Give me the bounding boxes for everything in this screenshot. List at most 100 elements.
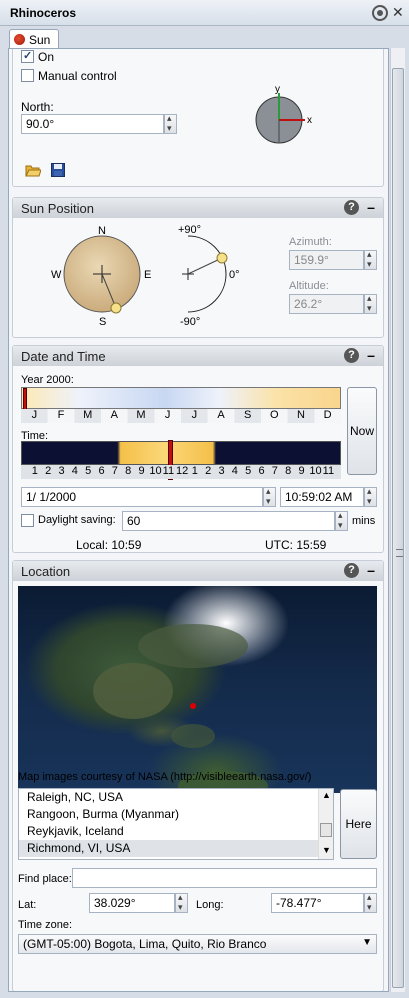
window-title: Rhinoceros: [10, 6, 77, 20]
time-slider[interactable]: [21, 440, 341, 480]
list-item[interactable]: Raleigh, NC, USA: [19, 789, 333, 806]
altitude-bottom-label: -90°: [180, 316, 200, 328]
list-scroll-thumb[interactable]: [320, 823, 332, 837]
tab-sun[interactable]: Sun: [9, 29, 59, 49]
hour-tick: 9: [298, 465, 305, 477]
location-collapse-icon[interactable]: –: [365, 563, 377, 577]
map-city-lights: [93, 624, 268, 793]
here-button[interactable]: Here: [340, 789, 377, 859]
local-time-label: Local: 10:59: [76, 538, 142, 552]
location-help-icon[interactable]: ?: [344, 563, 359, 578]
hour-tick: 2: [205, 465, 212, 477]
month-tick: O: [270, 409, 279, 421]
latitude-input[interactable]: 38.029°: [89, 893, 175, 913]
month-tick: J: [31, 409, 38, 421]
chevron-down-icon: ▼: [362, 937, 372, 948]
sun-position-collapse-icon[interactable]: –: [365, 200, 377, 214]
open-folder-icon[interactable]: [25, 163, 41, 177]
window-titlebar: Rhinoceros ✕: [0, 0, 409, 26]
longitude-label: Long:: [196, 899, 224, 911]
month-tick: N: [297, 409, 305, 421]
date-input[interactable]: 1/ 1/2000: [21, 487, 263, 507]
latitude-spinner[interactable]: [175, 892, 188, 913]
altitude-spinner[interactable]: [364, 293, 377, 314]
longitude-spinner[interactable]: [364, 892, 377, 913]
longitude-input[interactable]: -78.477°: [271, 893, 364, 913]
azimuth-label: Azimuth:: [289, 236, 332, 248]
sun-panel: On Manual control North: 90.0° y x Sun P…: [8, 48, 389, 992]
time-zone-select[interactable]: (GMT-05:00) Bogota, Lima, Quito, Rio Bra…: [18, 934, 377, 954]
month-scale: JFMAMJJASOND: [21, 409, 341, 423]
azimuth-dial[interactable]: N S E W: [47, 226, 157, 336]
north-input[interactable]: 90.0°: [21, 114, 164, 134]
hour-tick: 1: [191, 465, 198, 477]
find-place-label: Find place:: [18, 873, 72, 885]
altitude-dial[interactable]: +90° 0° -90°: [173, 224, 263, 334]
compass-x-label: x: [307, 115, 312, 126]
north-label: North:: [21, 100, 54, 114]
hour-tick: 2: [45, 465, 52, 477]
dial-south-label: S: [99, 316, 106, 328]
hour-scale: 1 2 3 4 5 6 7 8 9 10 11 12 1 2 3 4 5 6 7 8 9 10 11: [21, 465, 341, 479]
azimuth-spinner[interactable]: [364, 249, 377, 270]
month-tick: J: [191, 409, 198, 421]
hour-tick: 4: [71, 465, 78, 477]
north-spinner[interactable]: [164, 113, 177, 134]
date-time-section: Date and Time ? – Year 2000: J F M A M J J A S O N…: [12, 345, 384, 553]
month-tick: D: [323, 409, 332, 421]
daylight-minutes-spinner[interactable]: [335, 510, 348, 531]
on-label: On: [38, 50, 55, 64]
altitude-label: Altitude:: [289, 280, 329, 292]
month-tick: M: [136, 409, 146, 421]
tab-bar: Sun: [0, 26, 409, 49]
list-scroll-up-icon[interactable]: ▲: [322, 790, 331, 800]
places-list-scrollbar[interactable]: ▲ ▼: [318, 789, 333, 859]
daylight-saving-checkbox[interactable]: [21, 514, 34, 527]
year-slider[interactable]: [21, 387, 341, 423]
save-icon[interactable]: [51, 163, 65, 177]
azimuth-input[interactable]: 159.9°: [289, 250, 364, 270]
compass-y-label: y: [275, 84, 280, 95]
hour-tick: 10: [149, 465, 162, 477]
date-time-title: Date and Time: [21, 349, 106, 364]
hour-tick: 3: [58, 465, 65, 477]
panel-scrollbar[interactable]: [390, 48, 405, 992]
manual-control-checkbox[interactable]: [21, 69, 34, 82]
gear-icon[interactable]: [372, 5, 388, 21]
find-place-input[interactable]: [72, 868, 377, 888]
hour-tick: 4: [231, 465, 238, 477]
month-tick: A: [110, 409, 118, 421]
hour-tick: 6: [98, 465, 105, 477]
utc-time-label: UTC: 15:59: [265, 538, 327, 552]
date-time-collapse-icon[interactable]: –: [365, 348, 377, 362]
places-list[interactable]: Raleigh, NC, USA Rangoon, Burma (Myanmar)…: [18, 788, 334, 860]
list-item[interactable]: Richmond, VI, USA: [19, 840, 333, 857]
sun-position-help-icon[interactable]: ?: [344, 200, 359, 215]
time-input[interactable]: 10:59:02 AM: [280, 487, 364, 507]
close-icon[interactable]: ✕: [392, 4, 404, 21]
altitude-input[interactable]: 26.2°: [289, 294, 364, 314]
time-spinner[interactable]: [364, 486, 377, 507]
list-item[interactable]: Reykjavik, Iceland: [19, 823, 333, 840]
location-title: Location: [21, 564, 71, 579]
date-time-help-icon[interactable]: ?: [344, 348, 359, 363]
location-section: Location ? – Map images courtesy of NASA…: [12, 560, 384, 991]
list-scroll-down-icon[interactable]: ▼: [322, 845, 331, 855]
date-time-header[interactable]: Date and Time ? –: [13, 346, 383, 366]
daylight-minutes-input[interactable]: 60: [122, 511, 335, 531]
list-item[interactable]: Rangoon, Burma (Myanmar): [19, 806, 333, 823]
location-header[interactable]: Location ? –: [13, 561, 383, 581]
sun-position-title: Sun Position: [21, 201, 94, 216]
world-map[interactable]: [18, 586, 377, 793]
scrollbar-thumb[interactable]: [392, 68, 404, 988]
dial-west-label: W: [51, 269, 62, 281]
sun-position-header[interactable]: Sun Position ? –: [13, 198, 383, 218]
on-checkbox[interactable]: [21, 49, 34, 63]
hour-tick: 3: [218, 465, 225, 477]
date-spinner[interactable]: [263, 486, 276, 507]
north-compass-widget[interactable]: y x: [251, 82, 323, 154]
manual-control-label: Manual control: [38, 69, 117, 83]
now-button[interactable]: Now: [347, 387, 377, 475]
scrollbar-grip-icon: [396, 549, 403, 557]
hour-tick: 8: [285, 465, 292, 477]
